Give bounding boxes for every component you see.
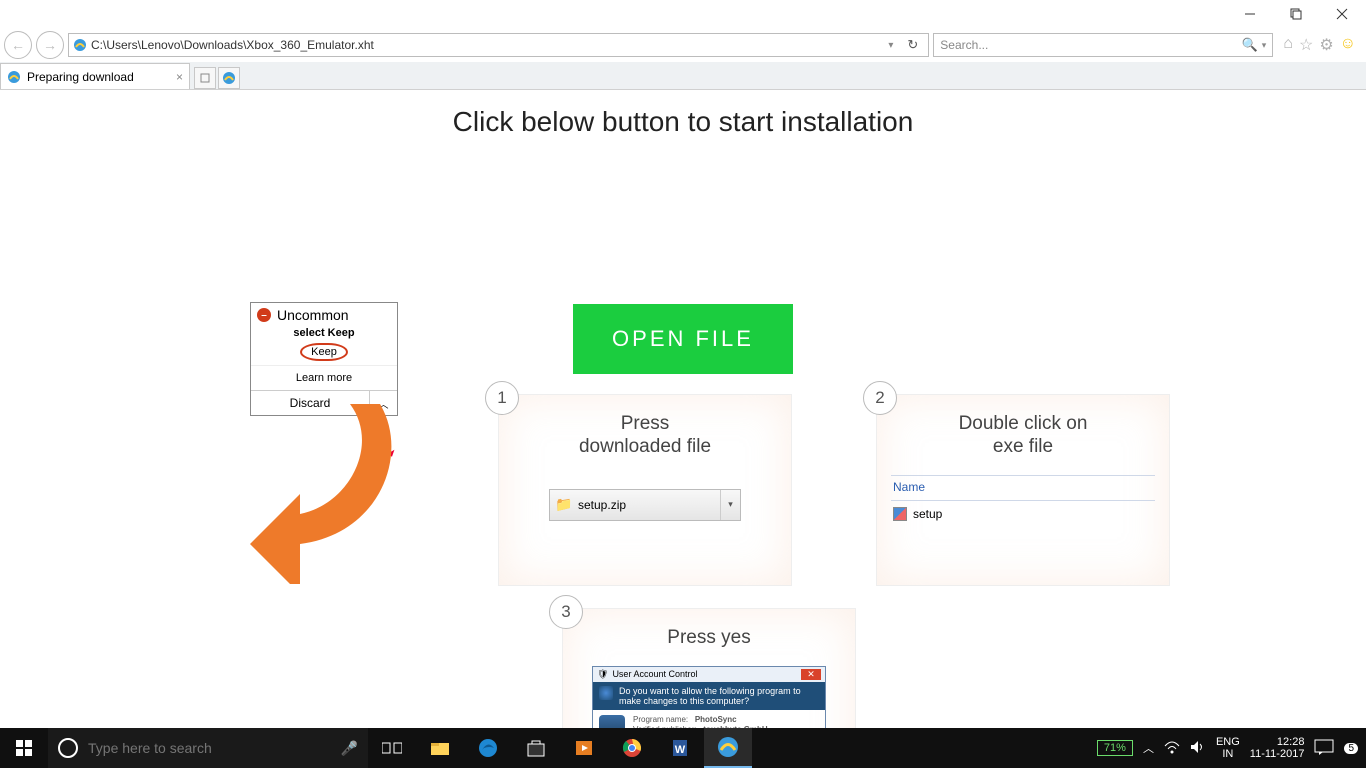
warning-icon: – — [257, 308, 271, 322]
step-1-number: 1 — [485, 381, 519, 415]
language-indicator[interactable]: ENGIN — [1216, 736, 1240, 760]
taskbar: 🎤 W 71% ︿ ENGIN 12:2811-11-2017 5 — [0, 728, 1366, 768]
media-player-icon[interactable] — [560, 728, 608, 768]
uac-shield-small-icon: 🛡 — [597, 669, 608, 680]
popup-keep-option: Keep — [300, 343, 348, 361]
step-3-title: Press yes — [577, 627, 841, 650]
toolbar-icons: ⌂ ☆ ⚙ ☺ — [1277, 35, 1362, 55]
wifi-icon[interactable] — [1164, 740, 1180, 757]
tab-strip: Preparing download × — [0, 62, 1366, 90]
page-content: Click below button to start installation… — [0, 106, 1366, 744]
address-text: C:\Users\Lenovo\Downloads\Xbox_360_Emula… — [91, 38, 374, 52]
ie-tabs-button[interactable] — [218, 67, 240, 89]
minimize-button[interactable] — [1232, 2, 1268, 26]
tab-favicon — [7, 70, 21, 84]
new-tab-button[interactable] — [194, 67, 216, 89]
step-2-number: 2 — [863, 381, 897, 415]
orange-down-arrow-icon — [230, 404, 400, 589]
explorer-list: Name setup — [891, 475, 1155, 527]
forward-button[interactable]: → — [36, 31, 64, 59]
clock[interactable]: 12:2811-11-2017 — [1250, 736, 1305, 760]
popup-title: Uncommon — [277, 307, 349, 323]
taskbar-search-input[interactable] — [88, 740, 331, 756]
list-item: setup — [891, 501, 1155, 527]
svg-text:W: W — [675, 744, 686, 756]
notification-badge: 5 — [1344, 743, 1358, 754]
tab-preparing-download[interactable]: Preparing download × — [0, 63, 190, 89]
store-icon[interactable] — [512, 728, 560, 768]
step-1-card: 1 Pressdownloaded file 📁 setup.zip ▾ — [498, 394, 792, 586]
column-header-name: Name — [891, 476, 1155, 501]
uac-caption: User Account Control — [612, 669, 697, 679]
feedback-icon[interactable]: ☺ — [1340, 35, 1356, 55]
step-3-number: 3 — [549, 595, 583, 629]
uac-question: Do you want to allow the following progr… — [619, 686, 819, 706]
start-button[interactable] — [0, 728, 48, 768]
step-2-title: Double click onexe file — [891, 413, 1155, 459]
address-dropdown-icon[interactable]: ▾ — [884, 40, 897, 51]
favorites-icon[interactable]: ☆ — [1299, 35, 1313, 55]
battery-indicator[interactable]: 71% — [1097, 740, 1133, 756]
file-explorer-icon[interactable] — [416, 728, 464, 768]
refresh-button[interactable]: ↻ — [901, 37, 924, 53]
search-dropdown-icon[interactable]: ▾ — [1262, 40, 1267, 51]
search-box[interactable]: Search... 🔍 ▾ — [933, 33, 1273, 57]
address-bar[interactable]: C:\Users\Lenovo\Downloads\Xbox_360_Emula… — [68, 33, 929, 57]
system-tray: 71% ︿ ENGIN 12:2811-11-2017 5 — [1097, 728, 1366, 768]
downloaded-file-button: 📁 setup.zip ▾ — [549, 489, 741, 521]
file-name: setup.zip — [578, 498, 626, 512]
volume-icon[interactable] — [1190, 740, 1206, 757]
taskbar-search[interactable]: 🎤 — [48, 728, 368, 768]
tab-close-icon[interactable]: × — [176, 70, 183, 84]
tray-chevron-icon[interactable]: ︿ — [1143, 740, 1154, 756]
exe-name: setup — [913, 507, 942, 521]
window-titlebar — [0, 0, 1366, 28]
search-icon[interactable]: 🔍 — [1242, 37, 1258, 53]
page-headline: Click below button to start installation — [0, 106, 1366, 138]
action-center-icon[interactable] — [1314, 739, 1334, 758]
cortana-icon — [58, 738, 78, 758]
open-file-label: OPEN FILE — [612, 326, 754, 352]
uac-shield-icon — [599, 686, 613, 700]
home-icon[interactable]: ⌂ — [1283, 35, 1293, 55]
task-view-icon[interactable] — [368, 728, 416, 768]
tab-title: Preparing download — [27, 70, 134, 84]
chrome-icon[interactable] — [608, 728, 656, 768]
popup-learn-more: Learn more — [251, 365, 397, 390]
popup-subtitle: select Keep — [251, 327, 397, 339]
folder-icon: 📁 — [550, 496, 578, 513]
ie-page-icon — [73, 38, 87, 52]
maximize-button[interactable] — [1278, 2, 1314, 26]
open-file-button[interactable]: OPEN FILE — [573, 304, 793, 374]
browser-toolbar: ← → C:\Users\Lenovo\Downloads\Xbox_360_E… — [0, 28, 1366, 62]
step-2-card: 2 Double click onexe file Name setup — [876, 394, 1170, 586]
uac-close-icon: ✕ — [801, 669, 821, 680]
exe-icon — [893, 507, 907, 521]
edge-icon[interactable] — [464, 728, 512, 768]
tools-icon[interactable]: ⚙ — [1319, 35, 1333, 55]
ie-taskbar-icon[interactable] — [704, 728, 752, 768]
file-dropdown-icon: ▾ — [720, 490, 740, 520]
close-button[interactable] — [1324, 2, 1360, 26]
uncommon-popup: – Uncommon select Keep Keep Learn more D… — [250, 302, 398, 416]
word-icon[interactable]: W — [656, 728, 704, 768]
mic-icon[interactable]: 🎤 — [341, 740, 358, 757]
step-1-title: Pressdownloaded file — [513, 413, 777, 459]
back-button[interactable]: ← — [4, 31, 32, 59]
search-placeholder: Search... — [940, 38, 988, 52]
